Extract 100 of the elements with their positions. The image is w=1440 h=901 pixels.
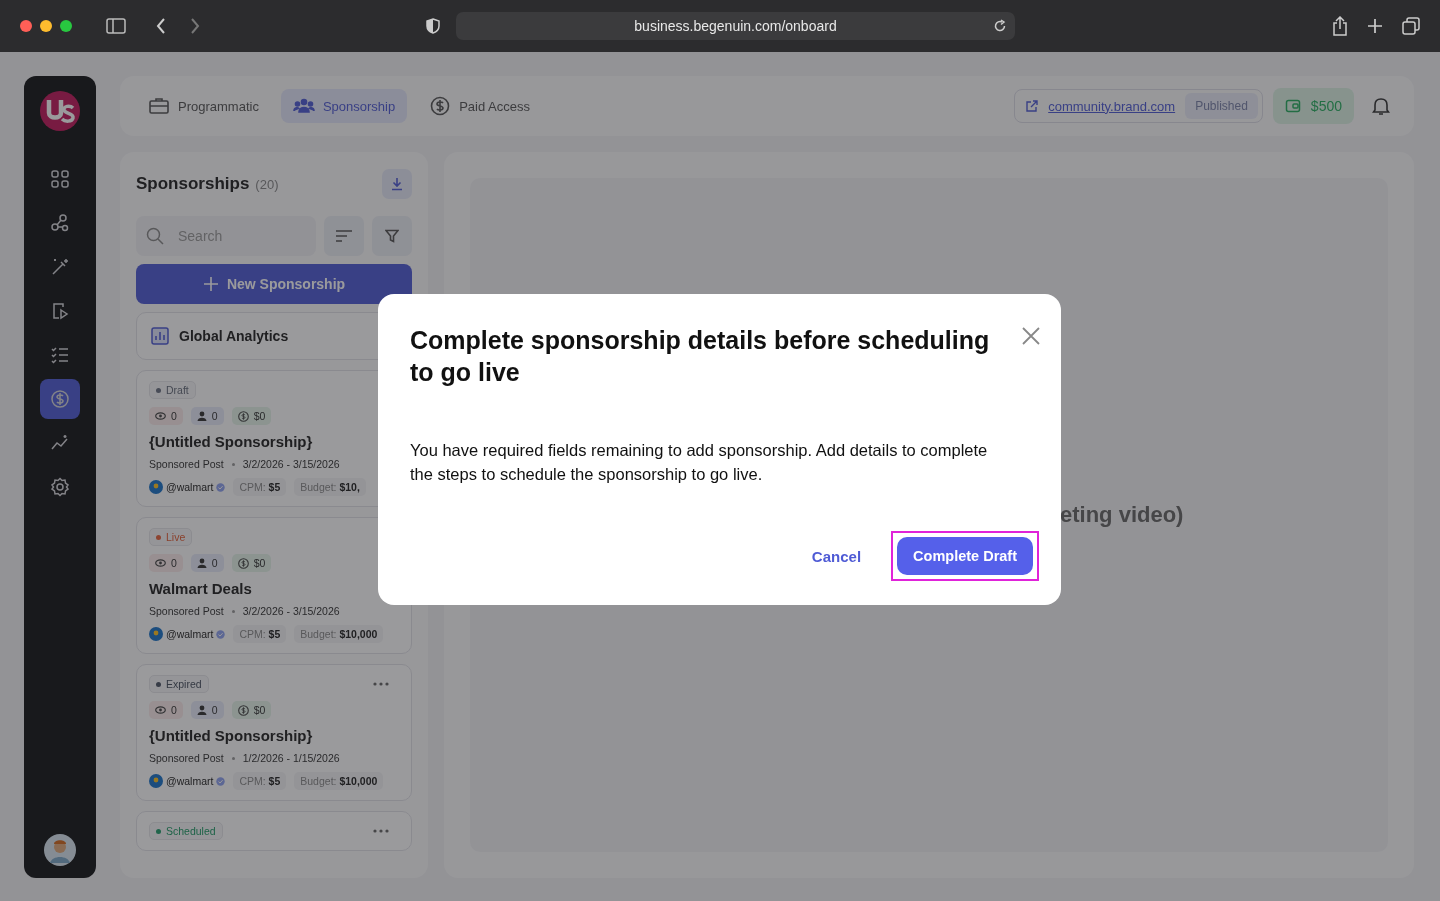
checklist-icon [50, 345, 70, 365]
views-stat: 0 [149, 701, 183, 719]
budget-chip: Budget: $10,000 [294, 625, 384, 643]
more-options-icon[interactable] [373, 829, 389, 833]
people-icon [292, 96, 315, 116]
status-label: Expired [166, 678, 202, 690]
budget-chip: Budget: $10,000 [294, 772, 384, 790]
dollar-icon [237, 410, 249, 422]
audience-stat: 0 [190, 554, 224, 572]
verified-icon [216, 629, 226, 639]
preview-caption: eting video) [1060, 502, 1184, 528]
sidebar-toggle-icon[interactable] [106, 18, 126, 34]
date-range: 3/2/2026 - 3/15/2026 [242, 605, 340, 617]
close-icon[interactable] [1021, 326, 1041, 346]
magic-wand-icon [50, 257, 70, 277]
nodes-icon [50, 213, 70, 233]
zoom-window-button[interactable] [60, 20, 72, 32]
sponsorship-type: Sponsored Post [149, 458, 224, 470]
sponsorship-type: Sponsored Post [149, 752, 224, 764]
sponsorship-title: {Untitled Sponsorship} [149, 727, 314, 744]
sort-button[interactable] [324, 216, 364, 256]
budget-chip: Budget: $10, [294, 478, 366, 496]
sponsorship-title: Walmart Deals [149, 580, 253, 597]
back-icon[interactable] [156, 18, 166, 34]
verified-icon [216, 482, 226, 492]
logo-icon[interactable] [40, 91, 80, 131]
sponsorship-card[interactable]: Scheduled [136, 811, 412, 851]
sponsorship-count: (20) [255, 176, 279, 192]
tab[interactable]: Sponsorship [280, 89, 408, 123]
video-file-icon [50, 301, 70, 321]
share-icon[interactable] [1332, 16, 1348, 36]
status-badge: Published [1185, 93, 1258, 119]
sponsorship-title: {Untitled Sponsorship} [149, 433, 314, 450]
cancel-button[interactable]: Cancel [805, 546, 868, 566]
reload-icon[interactable] [993, 19, 1007, 33]
cpm-chip: CPM: $5 [233, 772, 287, 790]
forward-icon[interactable] [190, 18, 200, 34]
date-range: 3/2/2026 - 3/15/2026 [242, 458, 340, 470]
audience-stat: 0 [190, 701, 224, 719]
dialog-title: Complete sponsorship details before scheduling to go live [410, 325, 991, 388]
notification-bell-icon[interactable] [1372, 96, 1390, 116]
sponsorship-card[interactable]: Expired 0 0 $0 {Untitled Sponsorship} Sponsored Post 1/2/2026 - 1/15/2026 @walmart CPM: $5 Budget: $10,000 [136, 664, 412, 801]
eye-icon [155, 559, 166, 567]
person-icon [196, 558, 207, 568]
earnings-stat: $0 [231, 407, 272, 425]
more-options-icon[interactable] [373, 682, 389, 686]
filter-button[interactable] [372, 216, 412, 256]
complete-draft-button[interactable]: Complete Draft [897, 537, 1033, 575]
tab[interactable]: Programmatic [136, 89, 271, 123]
date-range: 1/2/2026 - 1/15/2026 [242, 752, 340, 764]
sponsorship-card[interactable]: Live 0 0 $0 Walmart Deals Sponsored Post 3/2/2026 - 3/15/2026 @walmart CPM: $5 Budget: $10,000 [136, 517, 412, 654]
cpm-chip: CPM: $5 [233, 625, 287, 643]
download-icon [391, 177, 403, 191]
brand-avatar-icon [149, 627, 163, 641]
bar-chart-icon [151, 327, 169, 345]
cpm-chip: CPM: $5 [233, 478, 287, 496]
user-avatar[interactable] [44, 834, 76, 866]
verified-icon [216, 776, 226, 786]
settings-icon [50, 477, 70, 497]
handle-text: @walmart [166, 628, 214, 640]
handle-text: @walmart [166, 481, 214, 493]
close-window-button[interactable] [20, 20, 32, 32]
address-bar[interactable]: business.begenuin.com/onboard [456, 12, 1015, 40]
dollar-icon [50, 389, 70, 409]
plus-icon [202, 276, 219, 292]
grid-icon [50, 169, 70, 189]
handle-text: @walmart [166, 775, 214, 787]
sponsorship-type: Sponsored Post [149, 605, 224, 617]
briefcase-icon [148, 96, 170, 116]
eye-icon [155, 412, 166, 420]
tabs-overview-icon[interactable] [1402, 17, 1420, 35]
earnings-stat: $0 [231, 554, 272, 572]
wallet-icon [1284, 98, 1301, 114]
views-stat: 0 [149, 407, 183, 425]
person-icon [196, 705, 207, 715]
download-button[interactable] [382, 169, 412, 199]
filter-icon [385, 229, 399, 243]
views-stat: 0 [149, 554, 183, 572]
dollar-icon [237, 704, 249, 716]
external-link-icon [1025, 99, 1039, 113]
dollar-icon [429, 96, 452, 116]
audience-stat: 0 [190, 407, 224, 425]
person-icon [196, 411, 207, 421]
dollar-icon [237, 557, 249, 569]
community-link[interactable]: community.brand.com [1048, 98, 1176, 114]
status-label: Draft [166, 384, 189, 396]
shield-icon[interactable] [426, 18, 440, 34]
earnings-stat: $0 [231, 701, 272, 719]
new-tab-icon[interactable] [1367, 18, 1383, 34]
brand-avatar-icon [149, 480, 163, 494]
eye-icon [155, 706, 166, 714]
status-label: Scheduled [166, 825, 216, 837]
panel-title: Sponsorships [136, 174, 250, 194]
sidebar-item[interactable] [40, 379, 80, 419]
brand-avatar-icon [149, 774, 163, 788]
status-label: Live [166, 531, 186, 543]
search-icon [146, 227, 164, 245]
tab[interactable]: Paid Access [417, 89, 543, 123]
new-sponsorship-button[interactable]: New Sponsorship [136, 264, 412, 304]
minimize-window-button[interactable] [40, 20, 52, 32]
